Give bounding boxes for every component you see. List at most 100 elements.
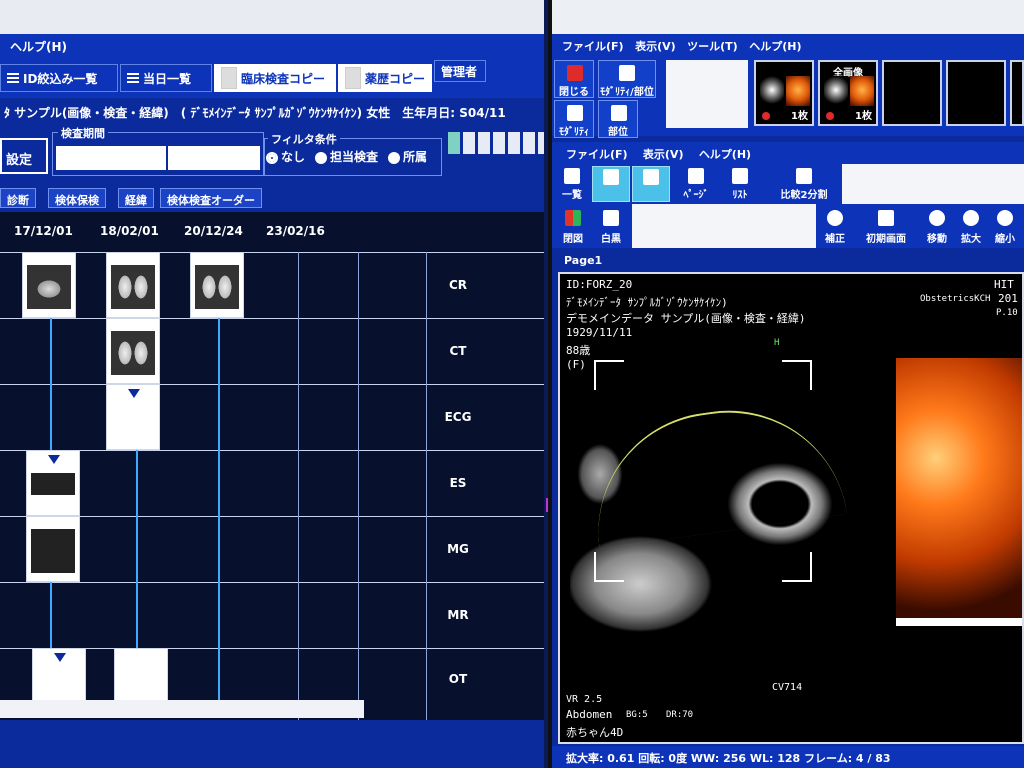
fetal-3d-volume-render <box>896 358 1022 626</box>
ultrasound-thumb <box>824 76 848 106</box>
menu-file[interactable]: ファイル(F) <box>566 148 628 161</box>
exam-period-label: 検査期間 <box>58 125 108 141</box>
layout-2x1-button[interactable] <box>632 166 670 202</box>
zoom-out-button[interactable]: 縮小 <box>990 206 1020 246</box>
tab-diagnosis[interactable]: 診断 <box>0 188 36 208</box>
menu-tools[interactable]: ツール(T) <box>687 40 738 53</box>
white-black-button[interactable]: 白黒 <box>594 206 628 246</box>
study-thumbnail-es[interactable] <box>26 450 80 516</box>
page-slot[interactable] <box>463 132 475 154</box>
date-header[interactable]: 18/02/01 <box>100 224 159 238</box>
list-button[interactable]: ﾘｽﾄ <box>722 166 758 202</box>
modality-ct: CT <box>449 344 467 358</box>
series-thumbnail-all-images[interactable]: 全画像 1枚 <box>818 60 878 126</box>
row-divider <box>0 384 544 385</box>
tab-specimen[interactable]: 検体保検 <box>48 188 106 208</box>
patient-info-line: ﾀ サンプル(画像・検査・経緯) ( ﾃﾞﾓﾒｲﾝﾃﾞｰﾀ ｻﾝﾌﾟﾙｶﾞｿﾞｳ… <box>0 98 548 124</box>
endoscopy-image <box>31 473 75 495</box>
filter-icon <box>619 65 635 81</box>
date-header[interactable]: 23/02/16 <box>266 224 325 238</box>
modality-cr: CR <box>448 278 468 292</box>
close-icon <box>567 65 583 81</box>
modality-mr: MR <box>447 608 469 622</box>
drug-history-copy-button[interactable]: 薬歴コピー <box>338 64 432 92</box>
study-thumbnail-ct[interactable] <box>106 318 160 384</box>
menu-help[interactable]: ヘルプ(H) <box>699 148 751 161</box>
modality-button[interactable]: ﾓﾀﾞﾘﾃｨ <box>554 100 594 138</box>
toolbar-blank-area <box>632 204 816 248</box>
filter-condition-label: フィルタ条件 <box>268 131 340 147</box>
one-list-button[interactable]: 一覧 <box>556 166 588 202</box>
overlay-patient-name: デモメインデータ サンプル(画像・検査・経緯) <box>566 312 806 325</box>
overlay-dr: DR:70 <box>666 710 694 720</box>
left-toolbar: ID絞込み一覧 当日一覧 臨床検査コピー 薬歴コピー 管理者 <box>0 58 548 98</box>
series-preview-blank <box>666 60 748 128</box>
page-slot[interactable] <box>523 132 535 154</box>
close-image-button[interactable]: 閉図 <box>556 206 590 246</box>
column-divider <box>358 252 359 720</box>
page-indicator[interactable] <box>448 132 548 154</box>
page-slot[interactable] <box>448 132 460 154</box>
series-thumbnail[interactable]: 1枚 <box>754 60 814 126</box>
menu-help[interactable]: ヘルプ(H) <box>749 40 801 53</box>
page-button[interactable]: ﾍﾟｰｼﾞ <box>676 166 716 202</box>
move-button[interactable]: 移動 <box>922 206 952 246</box>
admin-button[interactable]: 管理者 <box>434 60 486 82</box>
page-slot[interactable] <box>508 132 520 154</box>
study-thumbnail-mg[interactable] <box>26 516 80 582</box>
study-thumbnail-cr-chest[interactable] <box>106 252 160 318</box>
zoom-out-icon <box>997 210 1013 226</box>
page-label: Page1 <box>552 252 1024 270</box>
modality-icon <box>567 105 583 121</box>
menu-view[interactable]: 表示(V) <box>635 40 676 53</box>
viewer-status-bar: 拡大率: 0.61 回転: 0度 WW: 256 WL: 128 フレーム: 4… <box>552 746 1024 768</box>
toolbar-blank-area <box>842 164 1024 204</box>
study-thumbnail-ecg[interactable] <box>106 384 160 450</box>
expand-triangle-icon <box>128 389 140 398</box>
menu-view[interactable]: 表示(V) <box>643 148 684 161</box>
overlay-year: 201 <box>998 292 1018 305</box>
clinical-test-copy-button[interactable]: 臨床検査コピー <box>214 64 336 92</box>
period-start-field[interactable] <box>56 146 166 170</box>
overlay-dob: 1929/11/11 <box>566 326 633 339</box>
series-slot-empty[interactable] <box>946 60 1006 126</box>
compare-split-button[interactable]: 比較2分割 <box>772 166 836 202</box>
settings-button[interactable]: 設定 <box>0 138 48 174</box>
radio-dept[interactable]: 所属 <box>388 148 427 165</box>
radio-none[interactable]: なし <box>266 148 305 165</box>
xray-chest-image <box>111 265 155 309</box>
menu-help[interactable]: ヘルプ(H) <box>10 40 67 54</box>
zoom-in-button[interactable]: 拡大 <box>956 206 986 246</box>
date-header[interactable]: 20/12/24 <box>184 224 243 238</box>
ultrasound-image-viewport[interactable]: ID:FORZ_20 ﾃﾞﾓﾒｲﾝﾃﾞｰﾀ ｻﾝﾌﾟﾙｶﾞｿﾞｳｹﾝｻｹｲｹﾝ)… <box>558 272 1024 744</box>
modality-part-button[interactable]: ﾓﾀﾞﾘﾃｨ/部位 <box>598 60 656 98</box>
xray-pelvis-image <box>27 265 71 309</box>
tab-specimen-order[interactable]: 検体検査オーダー <box>160 188 262 208</box>
period-end-field[interactable] <box>168 146 260 170</box>
top-glare-strip <box>0 0 548 34</box>
horizontal-scrollbar[interactable] <box>0 700 364 718</box>
study-thumbnail-cr-chest[interactable] <box>190 252 244 318</box>
series-slot-empty[interactable] <box>1010 60 1024 126</box>
date-header[interactable]: 17/12/01 <box>14 224 73 238</box>
roi-corner <box>594 360 624 390</box>
part-button[interactable]: 部位 <box>598 100 638 138</box>
layout-1x1-button[interactable] <box>592 166 630 202</box>
menu-file[interactable]: ファイル(F) <box>562 40 624 53</box>
id-filter-list-button[interactable]: ID絞込み一覧 <box>0 64 118 92</box>
image-tools-toolbar: 閉図 白黒 補正 初期画面 移動 拡大 縮小 <box>552 204 1024 248</box>
radio-assigned[interactable]: 担当検査 <box>315 148 378 165</box>
page-slot[interactable] <box>493 132 505 154</box>
column-divider <box>426 252 427 720</box>
layout-double-icon <box>643 169 659 185</box>
correct-button[interactable]: 補正 <box>818 206 852 246</box>
study-thumbnail-cr-pelvis[interactable] <box>22 252 76 318</box>
initial-screen-button[interactable]: 初期画面 <box>856 206 916 246</box>
top-glare-strip <box>552 0 1024 34</box>
tab-history[interactable]: 経緯 <box>118 188 154 208</box>
close-button[interactable]: 閉じる <box>554 60 594 98</box>
today-list-button[interactable]: 当日一覧 <box>120 64 212 92</box>
overlay-vr: VR 2.5 <box>566 694 603 705</box>
series-slot-empty[interactable] <box>882 60 942 126</box>
page-slot[interactable] <box>478 132 490 154</box>
